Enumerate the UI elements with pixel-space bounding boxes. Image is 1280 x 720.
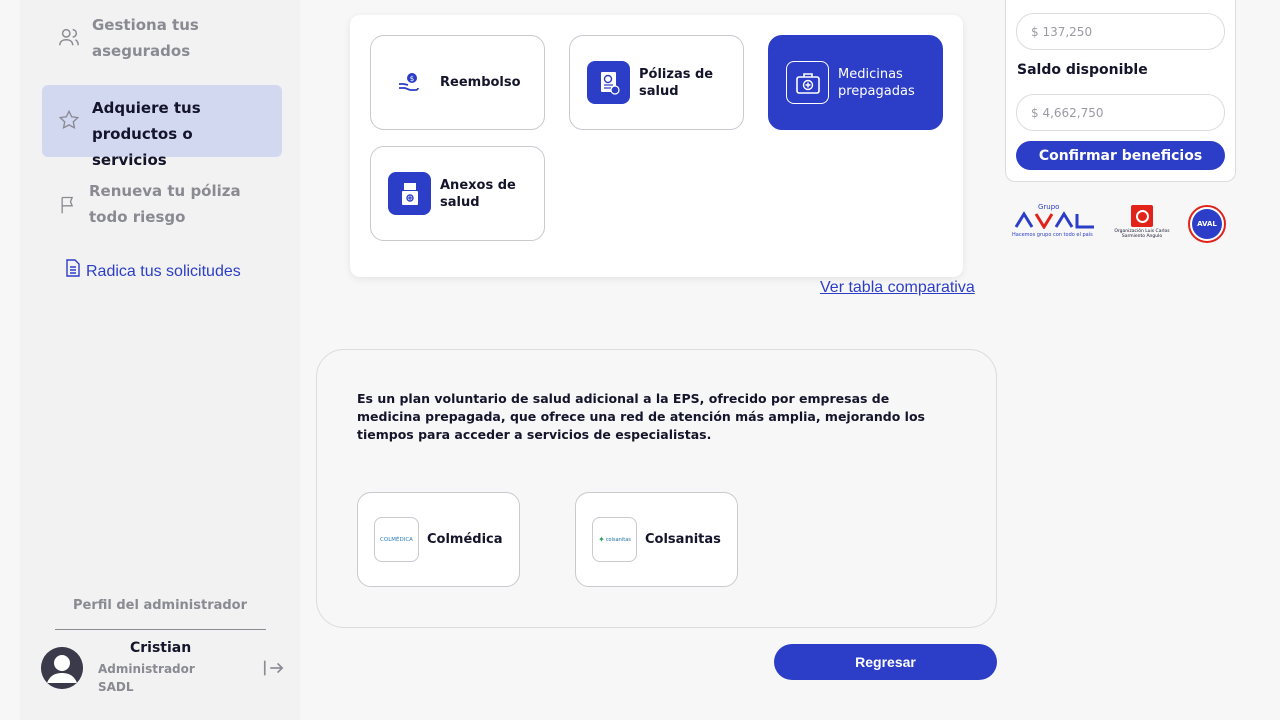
product-anexos-salud[interactable]: Anexos de salud	[370, 146, 545, 241]
product-label: Anexos de salud	[440, 177, 516, 210]
compare-table-link[interactable]: Ver tabla comparativa	[820, 279, 975, 297]
provider-label: Colsanitas	[645, 532, 721, 547]
sidebar-item-radica[interactable]: Radica tus solicitudes	[64, 259, 304, 285]
provider-colmedica[interactable]: COLMÉDICA Colmédica	[357, 492, 520, 587]
svg-text:$: $	[409, 75, 413, 83]
product-polizas-salud[interactable]: Pólizas de salud	[569, 35, 744, 130]
user-name: Cristian	[130, 640, 192, 656]
sidebar: Gestiona tus asegurados Adquiere tus pro…	[20, 0, 300, 720]
aval-seal-logo: AVAL	[1188, 205, 1226, 243]
colsanitas-logo: ✦ colsanitas	[592, 517, 637, 562]
sidebar-item-label: Adquiere tus productos o servicios	[92, 99, 201, 169]
description-text: Es un plan voluntario de salud adicional…	[357, 391, 925, 442]
grupo-aval-logo: Grupo Hacemos grupo con todo el país	[1012, 203, 1094, 238]
product-label: Medicinas prepagadas	[838, 66, 915, 99]
saldo-field[interactable]: $ 4,662,750	[1016, 94, 1225, 131]
flag-icon	[55, 194, 81, 216]
sidebar-item-asegurados[interactable]: Gestiona tus asegurados	[56, 12, 296, 64]
users-icon	[56, 26, 82, 48]
product-medicinas-prepagadas[interactable]: Medicinas prepagadas	[768, 35, 943, 130]
star-icon	[56, 109, 82, 131]
olcsa-logo: Organización Luis Carlos Sarmiento Angul…	[1112, 205, 1172, 243]
sidebar-item-renueva[interactable]: Renueva tu póliza todo riesgo	[55, 178, 295, 230]
product-reembolso[interactable]: $ Reembolso	[370, 35, 545, 130]
health-annex-icon	[388, 172, 431, 215]
back-button[interactable]: Regresar	[774, 644, 997, 680]
balance-panel: $ 137,250 Saldo disponible $ 4,662,750 C…	[1005, 0, 1236, 182]
partner-logos: Grupo Hacemos grupo con todo el país Org…	[1012, 203, 1232, 243]
product-label: Pólizas de salud	[639, 66, 714, 99]
admin-profile-title: Perfil del administrador	[72, 598, 248, 613]
user-role: Administrador SADL	[98, 662, 195, 694]
provider-label: Colmédica	[427, 532, 503, 547]
provider-colsanitas[interactable]: ✦ colsanitas Colsanitas	[575, 492, 738, 587]
description-card: Es un plan voluntario de salud adicional…	[316, 349, 997, 628]
health-policy-icon	[587, 61, 630, 104]
medical-kit-icon	[786, 61, 829, 104]
amount-field[interactable]: $ 137,250	[1016, 13, 1225, 50]
avatar[interactable]	[41, 647, 83, 689]
document-icon	[64, 259, 82, 277]
sidebar-item-label: Renueva tu póliza todo riesgo	[89, 182, 241, 226]
sidebar-item-label: Gestiona tus asegurados	[92, 16, 199, 60]
sidebar-item-productos[interactable]: Adquiere tus productos o servicios	[42, 85, 282, 169]
divider	[55, 629, 266, 630]
saldo-label: Saldo disponible	[1017, 62, 1148, 78]
confirm-benefits-button[interactable]: Confirmar beneficios	[1016, 141, 1225, 170]
refund-hand-icon: $	[388, 61, 431, 104]
product-card: $ Reembolso Pólizas de salud Medicinas p…	[350, 15, 963, 277]
logout-icon[interactable]	[262, 657, 284, 679]
sidebar-item-label: Radica tus solicitudes	[86, 263, 241, 280]
product-label: Reembolso	[440, 75, 521, 90]
colmedica-logo: COLMÉDICA	[374, 517, 419, 562]
